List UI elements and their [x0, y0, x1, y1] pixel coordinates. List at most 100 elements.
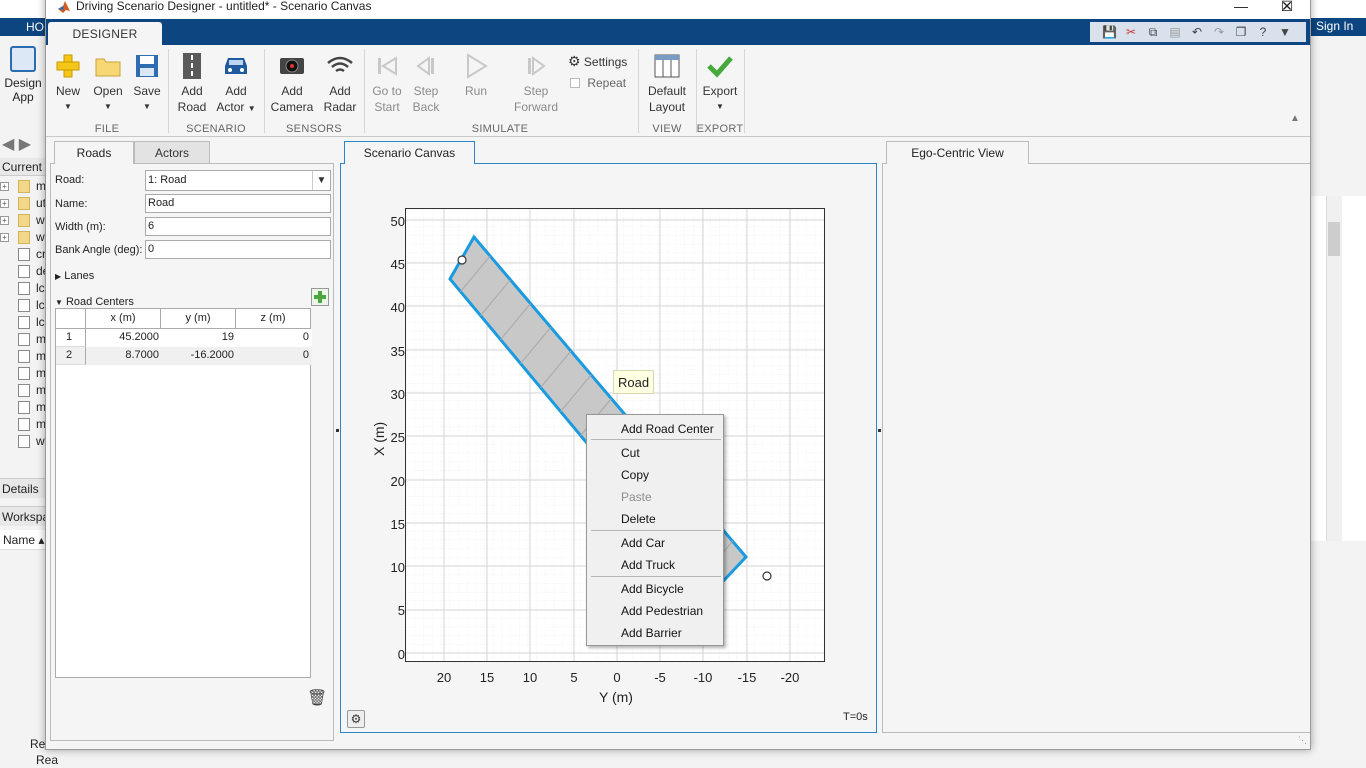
chevron-down-icon[interactable]: ▼: [1278, 25, 1292, 39]
road-center-point-1[interactable]: [457, 255, 467, 265]
expand-icon[interactable]: +: [0, 182, 9, 191]
details-header[interactable]: Details: [0, 478, 46, 498]
splitter-handle[interactable]: [878, 429, 881, 432]
sign-in-link[interactable]: Sign In: [1310, 18, 1366, 36]
go-to-start-button[interactable]: Go to Start: [368, 51, 406, 115]
file-list-item[interactable]: m: [0, 399, 46, 416]
file-list-item[interactable]: + m: [0, 178, 46, 195]
file-list-item[interactable]: + w: [0, 212, 46, 229]
settings-button[interactable]: ⚙ Settings: [568, 53, 627, 70]
add-radar-button[interactable]: Add Radar: [320, 51, 360, 115]
cell-z[interactable]: 0: [236, 347, 311, 365]
undo-icon[interactable]: ↶: [1190, 25, 1204, 39]
ego-centric-view[interactable]: [882, 163, 1310, 733]
tab-scenario-canvas[interactable]: Scenario Canvas: [344, 141, 475, 164]
file-list-item[interactable]: m: [0, 365, 46, 382]
workspace-name-column[interactable]: Name ▴: [0, 530, 46, 550]
paste-icon[interactable]: ▤: [1168, 25, 1182, 39]
bank-angle-field[interactable]: 0: [145, 240, 331, 259]
menu-item-add-truck[interactable]: Add Truck: [588, 555, 722, 575]
default-layout-button[interactable]: Default Layout: [644, 51, 690, 115]
column-header-y[interactable]: y (m): [161, 309, 236, 329]
menu-item-copy[interactable]: Copy: [588, 465, 722, 485]
table-row[interactable]: 1 45.2000 19 0: [56, 329, 312, 347]
save-icon[interactable]: 💾: [1102, 25, 1117, 39]
menu-item-add-bicycle[interactable]: Add Bicycle: [588, 579, 722, 599]
file-list-item[interactable]: w: [0, 433, 46, 450]
expand-icon[interactable]: +: [0, 233, 9, 242]
switch-windows-icon[interactable]: ❐: [1234, 25, 1248, 39]
back-arrow-icon[interactable]: ◀: [2, 136, 14, 153]
file-list-item[interactable]: m: [0, 382, 46, 399]
menu-item-paste[interactable]: Paste: [588, 487, 722, 507]
file-list-item[interactable]: m: [0, 348, 46, 365]
repeat-checkbox[interactable]: Repeat: [570, 76, 626, 90]
menu-item-delete[interactable]: Delete: [588, 509, 722, 529]
tab-actors[interactable]: Actors: [134, 141, 210, 163]
nav-arrows[interactable]: ◀ ▶: [0, 134, 46, 156]
run-button[interactable]: Run: [458, 51, 494, 99]
workspace-header[interactable]: Workspa: [0, 506, 49, 526]
file-list-item[interactable]: lc: [0, 297, 46, 314]
add-road-button[interactable]: Add Road: [174, 51, 210, 115]
add-road-center-button[interactable]: [311, 288, 329, 306]
column-header-x[interactable]: x (m): [86, 309, 161, 329]
tab-roads[interactable]: Roads: [54, 141, 134, 164]
menu-item-add-car[interactable]: Add Car: [588, 533, 722, 553]
table-row[interactable]: 2 8.7000 -16.2000 0: [56, 347, 312, 365]
splitter-handle[interactable]: [336, 429, 339, 432]
file-list-item[interactable]: cr: [0, 246, 46, 263]
file-list-item[interactable]: de: [0, 263, 49, 280]
tab-ego-centric-view[interactable]: Ego-Centric View: [886, 141, 1029, 164]
menu-item-add-barrier[interactable]: Add Barrier: [588, 623, 722, 643]
menu-item-add-road-center[interactable]: Add Road Center: [588, 419, 722, 439]
open-button[interactable]: Open ▼: [90, 51, 126, 115]
step-back-button[interactable]: Step Back: [408, 51, 444, 115]
collapse-toolstrip-icon[interactable]: ▲: [1290, 113, 1300, 124]
cell-x[interactable]: 8.7000: [86, 347, 161, 365]
expand-icon[interactable]: +: [0, 199, 9, 208]
save-button[interactable]: Save ▼: [130, 51, 164, 115]
export-button[interactable]: Export ▼: [700, 51, 740, 115]
copy-icon[interactable]: ⧉: [1146, 25, 1160, 39]
road-select[interactable]: 1: Road ▼: [145, 170, 331, 191]
menu-item-add-pedestrian[interactable]: Add Pedestrian: [588, 601, 722, 621]
road-centers-section-toggle[interactable]: ▼ Road Centers: [55, 296, 134, 308]
name-field[interactable]: Road: [145, 194, 331, 213]
width-field[interactable]: 6: [145, 217, 331, 236]
add-camera-button[interactable]: Add Camera: [270, 51, 314, 115]
road-centers-table[interactable]: x (m) y (m) z (m) 1 45.2000 19 0 2 8.700…: [55, 308, 312, 678]
home-tab[interactable]: HO: [0, 18, 46, 36]
step-forward-button[interactable]: Step Forward: [510, 51, 562, 115]
cell-x[interactable]: 45.2000: [86, 329, 161, 347]
road-select-value: 1: Road: [148, 174, 187, 186]
cell-y[interactable]: -16.2000: [161, 347, 236, 365]
file-list-item[interactable]: lc: [0, 314, 46, 331]
cut-icon[interactable]: ✂: [1124, 25, 1138, 39]
add-actor-button[interactable]: Add Actor ▼: [214, 51, 258, 117]
new-button[interactable]: New ▼: [52, 51, 84, 115]
menu-item-cut[interactable]: Cut: [588, 443, 722, 463]
tab-designer[interactable]: DESIGNER: [48, 22, 162, 45]
resize-grip-icon[interactable]: ⋱: [1298, 735, 1307, 746]
road-center-point-2[interactable]: [762, 571, 772, 581]
cell-z[interactable]: 0: [236, 329, 311, 347]
trash-icon[interactable]: 🗑: [307, 688, 327, 708]
forward-arrow-icon[interactable]: ▶: [19, 136, 31, 153]
expand-icon[interactable]: +: [0, 216, 9, 225]
file-list-item[interactable]: m: [0, 331, 46, 348]
scrollbar-thumb[interactable]: [1328, 222, 1340, 256]
canvas-settings-button[interactable]: ⚙: [347, 710, 365, 728]
file-list-item[interactable]: + ut: [0, 195, 46, 212]
close-window-button[interactable]: ✕: [1264, 0, 1310, 18]
cell-y[interactable]: 19: [161, 329, 236, 347]
file-list-item[interactable]: + w: [0, 229, 46, 246]
help-icon[interactable]: ?: [1256, 25, 1270, 39]
minimize-button[interactable]: —: [1218, 0, 1264, 18]
redo-icon[interactable]: ↷: [1212, 25, 1226, 39]
file-list-item[interactable]: m: [0, 416, 46, 433]
column-header-z[interactable]: z (m): [236, 309, 311, 329]
design-app-button[interactable]: Design App: [0, 46, 46, 104]
file-list-item[interactable]: lc: [0, 280, 46, 297]
lanes-section-toggle[interactable]: ▶ Lanes: [55, 270, 94, 282]
